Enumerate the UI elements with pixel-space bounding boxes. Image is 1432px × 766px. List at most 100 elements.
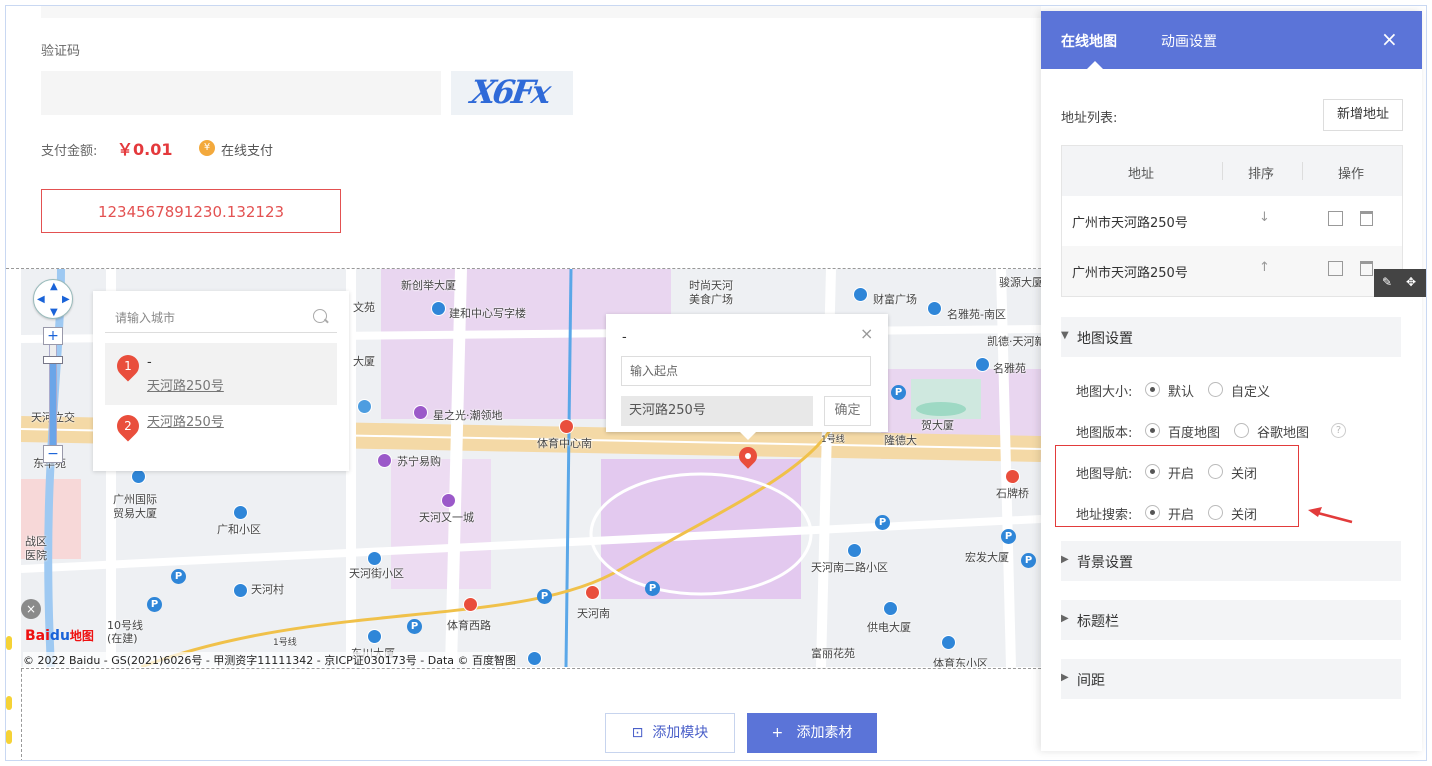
parking-icon[interactable]: P xyxy=(171,569,186,584)
move-up-icon[interactable]: ↑ xyxy=(1259,260,1270,275)
section-map-settings[interactable]: ▼ 地图设置 xyxy=(1061,317,1401,357)
tab-animation-settings[interactable]: 动画设置 xyxy=(1161,31,1217,51)
annotation-arrow-icon xyxy=(1308,507,1353,524)
section-background-settings[interactable]: ▶ 背景设置 xyxy=(1061,541,1401,581)
building-poi-icon[interactable] xyxy=(883,601,898,616)
parking-icon[interactable]: P xyxy=(1001,529,1016,544)
pan-up-icon[interactable]: ▲ xyxy=(50,281,58,292)
search-result-item[interactable]: 1 - 天河路250号 xyxy=(105,343,337,405)
transit-poi-icon[interactable] xyxy=(463,597,478,612)
tab-online-map[interactable]: 在线地图 xyxy=(1061,31,1117,51)
close-icon[interactable]: × xyxy=(1381,27,1398,51)
zoom-out-button[interactable]: − xyxy=(43,445,63,463)
building-poi-icon[interactable] xyxy=(847,543,862,558)
map-label: 体育西路 xyxy=(447,619,491,632)
parking-icon[interactable]: P xyxy=(645,581,660,596)
building-poi-icon[interactable] xyxy=(131,469,146,484)
metro-station-icon[interactable] xyxy=(1005,469,1020,484)
radio-size-default[interactable] xyxy=(1145,382,1160,397)
search-icon[interactable] xyxy=(313,309,327,323)
building-poi-icon[interactable] xyxy=(367,551,382,566)
building-poi-icon[interactable] xyxy=(233,505,248,520)
building-poi-icon[interactable] xyxy=(527,651,542,666)
shop-poi-icon[interactable] xyxy=(413,405,428,420)
map-label: 天河街小区 xyxy=(349,567,404,580)
building-poi-icon[interactable] xyxy=(853,287,868,302)
column-header: 排序 xyxy=(1248,167,1275,182)
result-address[interactable]: 天河路250号 xyxy=(147,375,224,394)
pan-down-icon[interactable]: ▼ xyxy=(50,307,58,318)
top-input-strip[interactable] xyxy=(41,6,1041,18)
zoom-slider-handle[interactable] xyxy=(43,356,63,364)
map-label: 天河南二路小区 xyxy=(811,561,888,574)
parking-icon[interactable]: P xyxy=(147,597,162,612)
parking-icon[interactable]: P xyxy=(407,619,422,634)
map-label: 天河南 xyxy=(577,607,610,620)
map-label: 财富广场 xyxy=(873,293,917,306)
confirm-button[interactable]: 确定 xyxy=(824,396,871,426)
map-version-label: 地图版本: xyxy=(1076,426,1133,441)
city-search-input[interactable] xyxy=(105,303,337,333)
result-address[interactable]: 天河路250号 xyxy=(147,411,224,430)
zoom-in-button[interactable]: + xyxy=(43,327,63,345)
building-poi-icon[interactable] xyxy=(367,629,382,644)
map-pan-control[interactable]: ▲ ▼ ◀ ▶ xyxy=(33,279,73,319)
floating-toolbar: ✎ ✥ xyxy=(1374,269,1426,297)
help-icon[interactable]: ? xyxy=(1331,423,1346,438)
radio-version-google[interactable] xyxy=(1234,423,1249,438)
start-point-input[interactable] xyxy=(621,356,871,386)
map-label: 天河又一城 xyxy=(419,511,474,524)
metro-station-icon[interactable] xyxy=(559,419,574,434)
pencil-icon[interactable]: ✎ xyxy=(1382,275,1392,289)
move-icon[interactable]: ✥ xyxy=(1406,275,1416,289)
section-title-bar[interactable]: ▶ 标题栏 xyxy=(1061,600,1401,640)
pan-left-icon[interactable]: ◀ xyxy=(37,294,45,305)
building-poi-icon[interactable] xyxy=(233,583,248,598)
pan-right-icon[interactable]: ▶ xyxy=(62,294,70,305)
map-label: 隆德大 xyxy=(884,434,917,447)
column-header: 地址 xyxy=(1128,167,1155,182)
building-poi-icon[interactable] xyxy=(927,301,942,316)
search-result-item[interactable]: 2 天河路250号 xyxy=(105,405,337,467)
section-spacing[interactable]: ▶ 间距 xyxy=(1061,659,1401,699)
popup-title: - xyxy=(622,330,627,345)
delete-icon[interactable] xyxy=(1360,211,1373,226)
atm-poi-icon[interactable] xyxy=(357,399,372,414)
expand-icon: ▼ xyxy=(1061,330,1069,341)
map-label: 天河村 xyxy=(251,583,284,596)
captcha-image[interactable]: X6Fx xyxy=(451,71,573,115)
map-module[interactable]: 新创举大厦 时尚天河 美食广场 骏源大厦 文苑 建和中心写字楼 财富广场 名雅苑… xyxy=(21,269,1041,667)
result-marker-icon: 2 xyxy=(112,410,144,442)
add-material-button[interactable]: + 添加素材 xyxy=(747,713,877,753)
map-label: 石牌桥 xyxy=(996,487,1029,500)
address-cell: 广州市天河路250号 xyxy=(1072,216,1188,231)
move-down-icon[interactable]: ↓ xyxy=(1259,210,1270,225)
add-address-button[interactable]: 新增地址 xyxy=(1323,99,1403,131)
building-poi-icon[interactable] xyxy=(431,301,446,316)
parking-icon[interactable]: P xyxy=(537,589,552,604)
edit-icon[interactable] xyxy=(1328,261,1343,276)
radio-version-baidu[interactable] xyxy=(1145,423,1160,438)
parking-icon[interactable]: P xyxy=(875,515,890,530)
expand-icon: ▶ xyxy=(1061,613,1069,624)
panel-header: 在线地图 动画设置 × xyxy=(1041,11,1422,69)
parking-icon[interactable]: P xyxy=(1021,553,1036,568)
metro-station-icon[interactable] xyxy=(585,585,600,600)
captcha-input[interactable] xyxy=(41,71,441,115)
add-module-button[interactable]: ⊡ 添加模块 xyxy=(605,713,735,753)
edit-icon[interactable] xyxy=(1328,211,1343,226)
table-header: 地址 排序 操作 xyxy=(1062,146,1402,196)
pay-method[interactable]: 在线支付 xyxy=(221,140,273,159)
map-label: (在建) xyxy=(107,632,138,645)
close-icon[interactable]: × xyxy=(860,324,873,343)
delete-icon[interactable] xyxy=(1360,261,1373,276)
building-poi-icon[interactable] xyxy=(975,357,990,372)
shop-poi-icon[interactable] xyxy=(441,493,456,508)
shop-poi-icon[interactable] xyxy=(377,453,392,468)
map-label: 贺大厦 xyxy=(921,419,954,432)
address-cell: 广州市天河路250号 xyxy=(1072,266,1188,281)
building-poi-icon[interactable] xyxy=(941,635,956,650)
parking-icon[interactable]: P xyxy=(891,385,906,400)
radio-size-custom[interactable] xyxy=(1208,382,1223,397)
close-icon[interactable]: × xyxy=(21,599,41,619)
